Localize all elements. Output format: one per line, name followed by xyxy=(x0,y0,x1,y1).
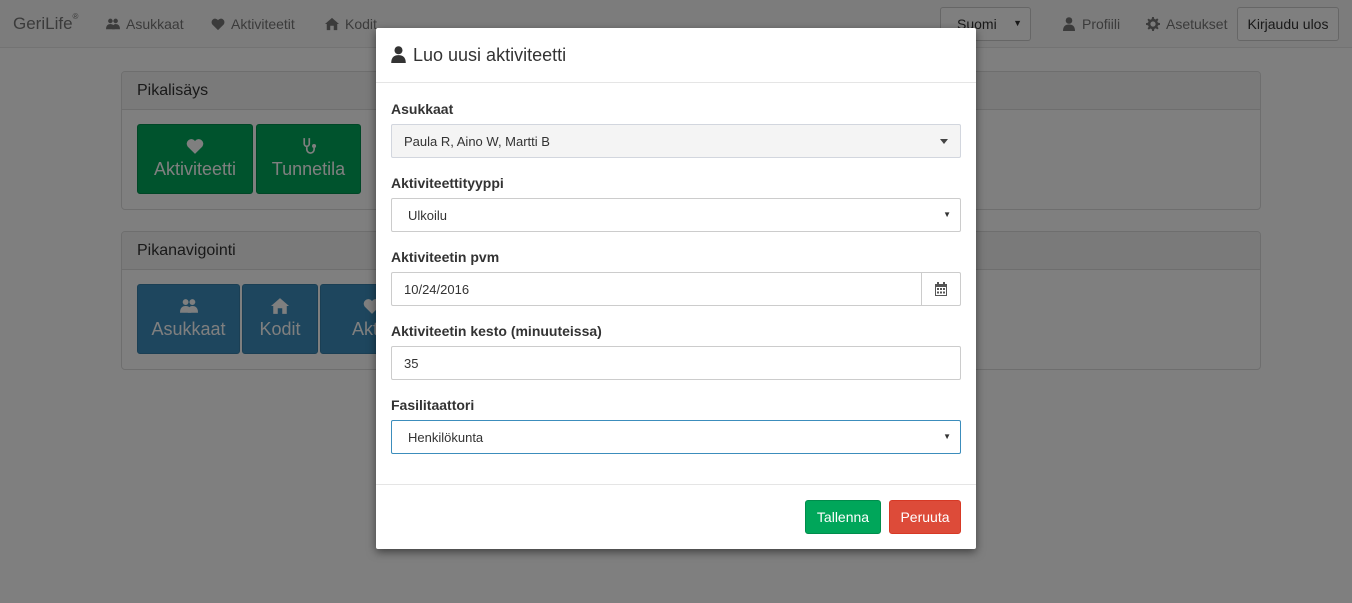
duration-value: 35 xyxy=(404,356,419,371)
cancel-button[interactable]: Peruuta xyxy=(889,500,961,534)
duration-input[interactable]: 35 xyxy=(391,346,961,380)
residents-value: Paula R, Aino W, Martti B xyxy=(404,134,550,149)
date-picker-button[interactable] xyxy=(921,273,960,305)
modal-title: Luo uusi aktiviteetti xyxy=(413,45,567,65)
modal-footer: Tallenna Peruuta xyxy=(376,484,976,550)
date-value: 10/24/2016 xyxy=(404,282,470,297)
residents-label: Asukkaat xyxy=(391,101,454,117)
activity-type-value: Ulkoilu xyxy=(408,208,448,223)
create-activity-modal: Luo uusi aktiviteetti Asukkaat Paula R, … xyxy=(376,28,976,549)
modal-header: Luo uusi aktiviteetti xyxy=(376,28,976,83)
calendar-icon xyxy=(935,282,947,296)
activity-type-label: Aktiviteettityyppi xyxy=(391,175,504,191)
facilitator-label: Fasilitaattori xyxy=(391,397,475,413)
activity-type-select[interactable]: Ulkoilu ▼ xyxy=(391,198,961,232)
date-label: Aktiviteetin pvm xyxy=(391,249,500,265)
facilitator-select[interactable]: Henkilökunta ▼ xyxy=(391,420,961,454)
chevron-down-icon: ▼ xyxy=(943,432,951,441)
date-input[interactable]: 10/24/2016 xyxy=(391,272,961,306)
caret-down-icon xyxy=(940,139,948,144)
user-icon xyxy=(391,46,406,63)
chevron-down-icon: ▼ xyxy=(943,210,951,219)
residents-multiselect[interactable]: Paula R, Aino W, Martti B xyxy=(391,124,961,158)
duration-label: Aktiviteetin kesto (minuuteissa) xyxy=(391,323,602,339)
facilitator-value: Henkilökunta xyxy=(408,430,484,445)
save-button[interactable]: Tallenna xyxy=(805,500,881,534)
